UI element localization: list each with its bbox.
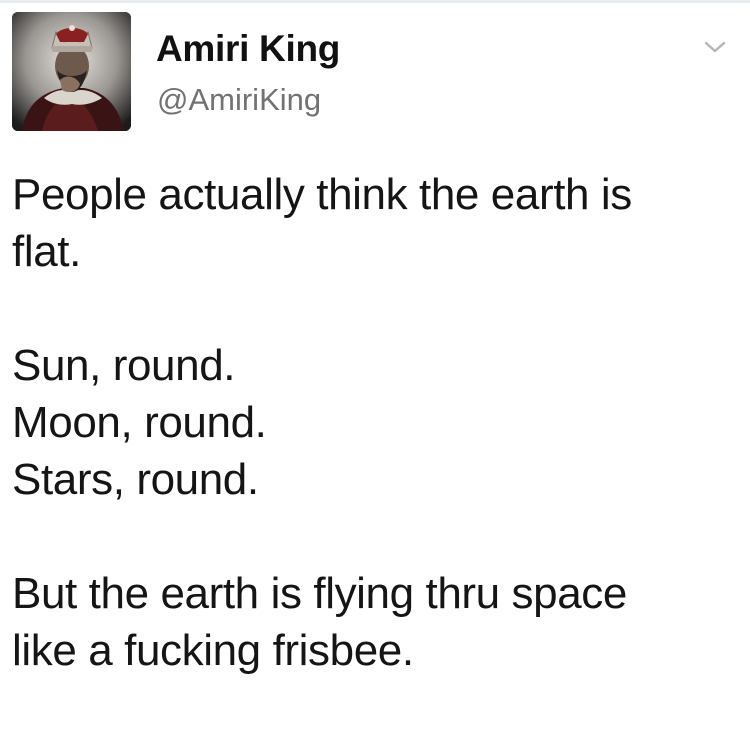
tweet-text-line: flat. bbox=[12, 227, 81, 276]
tweet-text: People actually think the earth is flat.… bbox=[12, 166, 742, 679]
tweet-text-line: Stars, round. bbox=[12, 455, 259, 504]
chevron-down-icon[interactable] bbox=[700, 36, 730, 58]
tweet-card: Amiri King @AmiriKing People actually th… bbox=[0, 0, 750, 741]
tweet-text-line: Sun, round. bbox=[12, 341, 236, 390]
avatar-image bbox=[12, 12, 131, 131]
tweet-text-line: like a fucking frisbee. bbox=[12, 626, 414, 675]
author-display-name[interactable]: Amiri King bbox=[156, 28, 340, 70]
avatar[interactable] bbox=[12, 12, 131, 131]
divider bbox=[0, 0, 750, 3]
author-handle[interactable]: @AmiriKing bbox=[157, 82, 321, 118]
tweet-text-line: But the earth is flying thru space bbox=[12, 569, 627, 618]
tweet-text-line: People actually think the earth is bbox=[12, 170, 632, 219]
tweet-text-line: Moon, round. bbox=[12, 398, 267, 447]
